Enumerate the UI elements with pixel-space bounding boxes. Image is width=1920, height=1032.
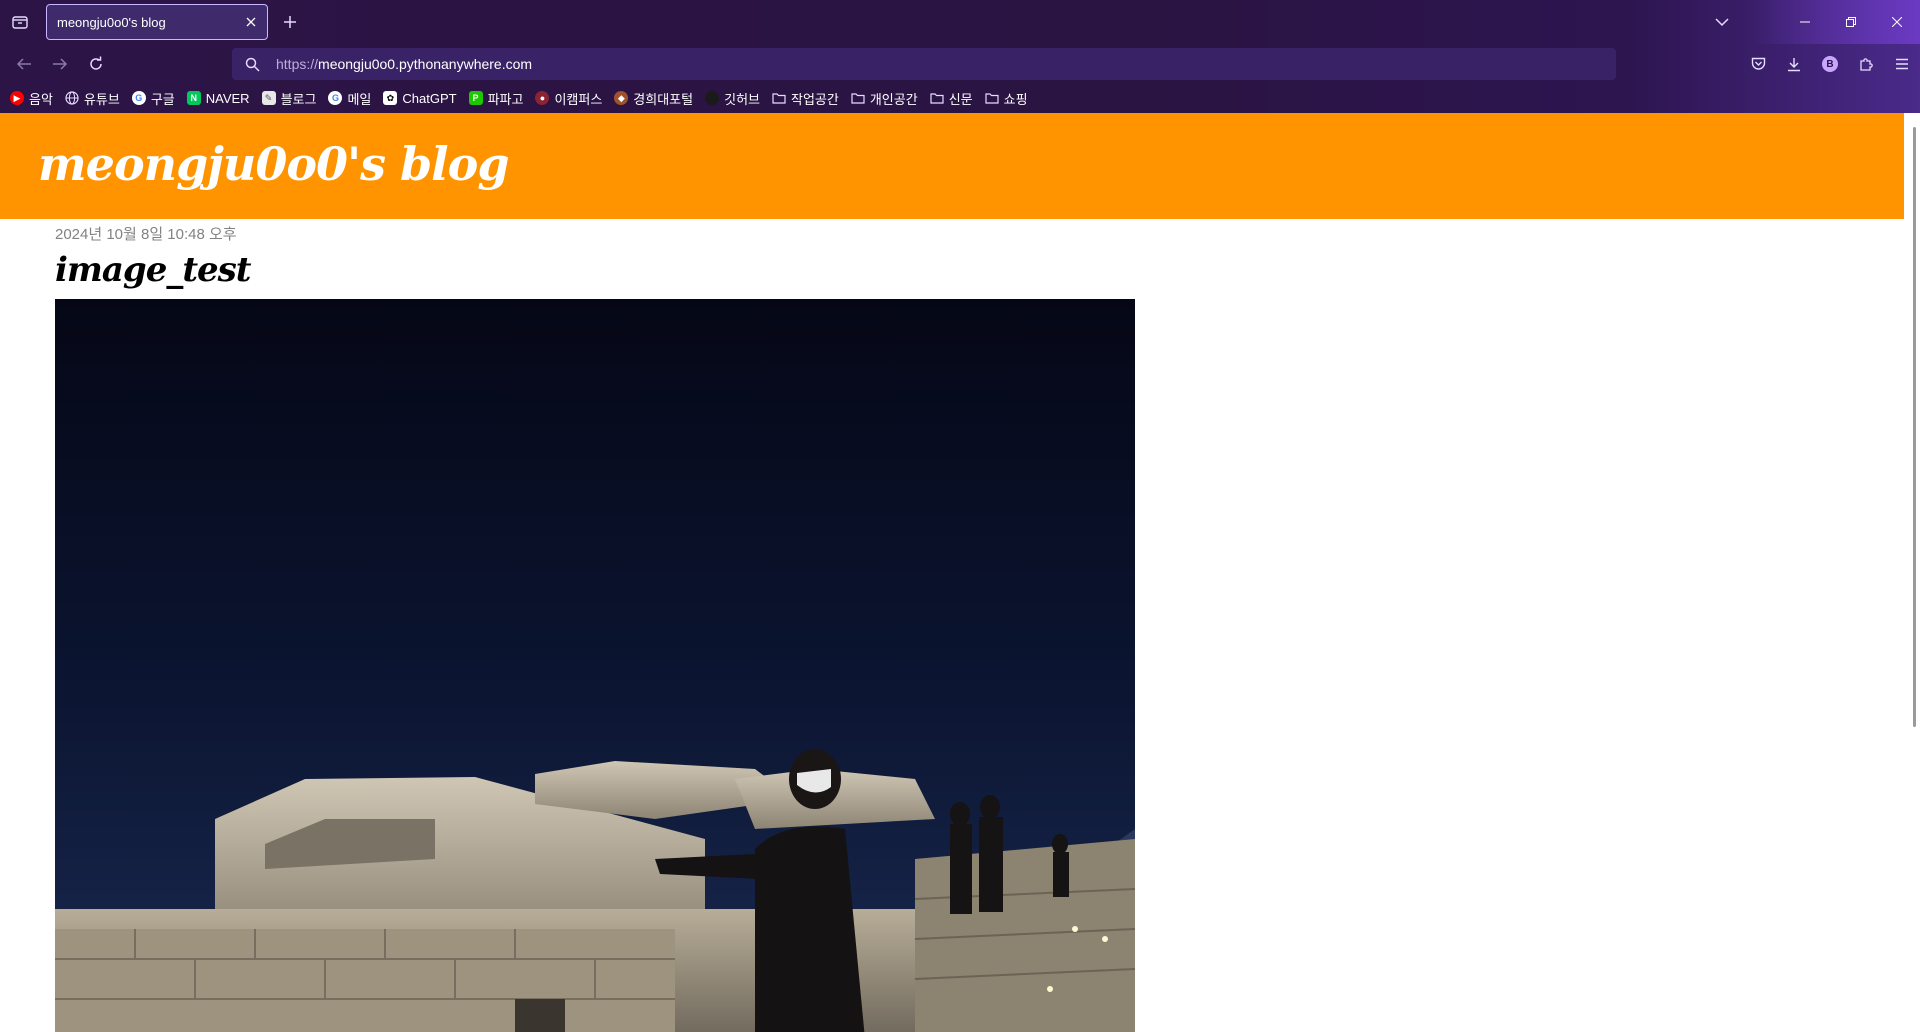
folder-icon — [772, 91, 786, 105]
page-scrollbar[interactable] — [1904, 113, 1920, 1032]
account-button[interactable]: B — [1812, 50, 1848, 78]
bookmark-label: 개인공간 — [869, 91, 918, 107]
post-title[interactable]: image_test — [55, 250, 252, 290]
downloads-button[interactable] — [1776, 50, 1812, 78]
bookmark-label: 이캠퍼스 — [554, 91, 603, 107]
bookmark-label: 구글 — [150, 91, 175, 107]
tab-close-button[interactable] — [239, 10, 263, 34]
new-tab-button[interactable] — [276, 8, 304, 36]
back-button[interactable] — [10, 50, 38, 78]
night-fortress-photo — [55, 299, 1135, 1032]
chevron-down-icon — [1715, 17, 1729, 26]
toolbar-right: B — [1740, 50, 1920, 78]
arrow-left-icon — [16, 58, 31, 70]
tab-list-button[interactable] — [6, 8, 34, 36]
pocket-button[interactable] — [1740, 50, 1776, 78]
bookmark-label: NAVER — [205, 90, 250, 106]
bookmark-youtube[interactable]: 유튜브 — [65, 87, 120, 109]
bookmark-google[interactable]: G 구글 — [131, 87, 175, 109]
window-controls — [1782, 0, 1920, 44]
folder-icon — [930, 91, 944, 105]
tab-bar: meongju0o0's blog — [0, 0, 1920, 44]
bookmark-label: 블로그 — [280, 91, 317, 107]
chatgpt-icon: ✿ — [383, 91, 398, 105]
bookmark-label: 파파고 — [487, 91, 524, 107]
blog-icon: ✎ — [261, 91, 276, 105]
post: 2024년 10월 8일 10:48 오후 image_test — [55, 219, 252, 290]
bookmark-github[interactable]: 깃허브 — [705, 87, 760, 109]
restore-icon — [1846, 17, 1856, 27]
folder-icon — [851, 91, 865, 105]
bookmark-label: 경희대포털 — [633, 91, 694, 107]
avatar: B — [1822, 56, 1838, 72]
bookmark-label: 음악 — [29, 91, 53, 107]
tab-title: meongju0o0's blog — [57, 14, 166, 30]
globe-icon — [65, 91, 79, 105]
url-bar[interactable]: https://meongju0o0.pythonanywhere.com — [232, 48, 1616, 80]
url-protocol: https:// — [276, 56, 319, 72]
navigation-bar: https://meongju0o0.pythonanywhere.com B — [0, 44, 1920, 84]
forward-button[interactable] — [46, 50, 74, 78]
bookmark-label: 깃허브 — [724, 91, 760, 107]
reload-button[interactable] — [82, 50, 110, 78]
bookmark-label: ChatGPT — [402, 90, 457, 106]
bookmark-label: 쇼핑 — [1003, 91, 1028, 107]
post-image — [55, 299, 1135, 1032]
url-text[interactable]: https://meongju0o0.pythonanywhere.com — [276, 56, 532, 72]
plus-icon — [284, 16, 296, 28]
github-icon — [705, 91, 720, 105]
bookmark-khu-portal[interactable]: ◆ 경희대포털 — [614, 87, 693, 109]
bookmark-folder-workspace[interactable]: 작업공간 — [772, 87, 839, 109]
bookmark-label: 신문 — [948, 91, 973, 107]
download-icon — [1788, 57, 1800, 71]
site-title[interactable]: meongju0o0's blog — [38, 137, 509, 191]
browser-chrome: meongju0o0's blog https://meongju0o0.pyt… — [0, 0, 1920, 113]
list-all-tabs-button[interactable] — [1708, 8, 1736, 36]
naver-icon: N — [186, 91, 201, 105]
arrow-right-icon — [53, 58, 68, 70]
bookmarks-toolbar: ▶ 음악 유튜브 G 구글 N NAVER ✎ 블로그 G 메일 ✿ ChatG… — [0, 86, 1920, 110]
bookmark-music[interactable]: ▶ 음악 — [10, 87, 53, 109]
web-page: meongju0o0's blog 2024년 10월 8일 10:48 오후 … — [0, 113, 1920, 1032]
bookmark-folder-shopping[interactable]: 쇼핑 — [985, 87, 1028, 109]
minimize-button[interactable] — [1782, 0, 1828, 44]
menu-button[interactable] — [1884, 50, 1920, 78]
hamburger-icon — [1896, 58, 1908, 70]
extensions-button[interactable] — [1848, 50, 1884, 78]
post-date: 2024년 10월 8일 10:48 오후 — [55, 226, 237, 243]
minimize-icon — [1800, 21, 1810, 23]
pocket-icon — [1751, 57, 1765, 70]
scrollbar-thumb[interactable] — [1913, 127, 1916, 727]
papago-icon: P — [468, 91, 483, 105]
google-icon: G — [328, 91, 343, 105]
bookmark-mail[interactable]: G 메일 — [328, 87, 371, 109]
bookmark-label: 유튜브 — [83, 91, 120, 107]
bookmark-folder-personal[interactable]: 개인공간 — [851, 87, 918, 109]
youtube-music-icon: ▶ — [10, 91, 24, 105]
restore-button[interactable] — [1828, 0, 1874, 44]
tab-list-icon — [12, 16, 28, 29]
close-window-button[interactable] — [1874, 0, 1920, 44]
close-icon — [246, 17, 256, 27]
google-icon: G — [131, 91, 146, 105]
bookmark-folder-news[interactable]: 신문 — [930, 87, 973, 109]
search-icon — [232, 57, 272, 72]
bookmark-label: 작업공간 — [791, 91, 839, 107]
puzzle-icon — [1859, 57, 1873, 71]
ecampus-icon: ● — [535, 91, 550, 105]
bookmark-blog[interactable]: ✎ 블로그 — [261, 87, 317, 109]
tab-active[interactable]: meongju0o0's blog — [46, 4, 268, 40]
bookmark-papago[interactable]: P 파파고 — [468, 87, 524, 109]
khu-portal-icon: ◆ — [614, 91, 629, 105]
bookmark-label: 메일 — [347, 91, 372, 107]
url-host: meongju0o0.pythonanywhere.com — [318, 56, 533, 72]
bookmark-naver[interactable]: N NAVER — [186, 87, 250, 109]
bookmark-chatgpt[interactable]: ✿ ChatGPT — [383, 87, 457, 109]
bookmark-ecampus[interactable]: ● 이캠퍼스 — [535, 87, 602, 109]
folder-icon — [985, 91, 999, 105]
reload-icon — [90, 56, 102, 70]
close-icon — [1892, 17, 1902, 27]
page-header: meongju0o0's blog — [0, 113, 1920, 219]
